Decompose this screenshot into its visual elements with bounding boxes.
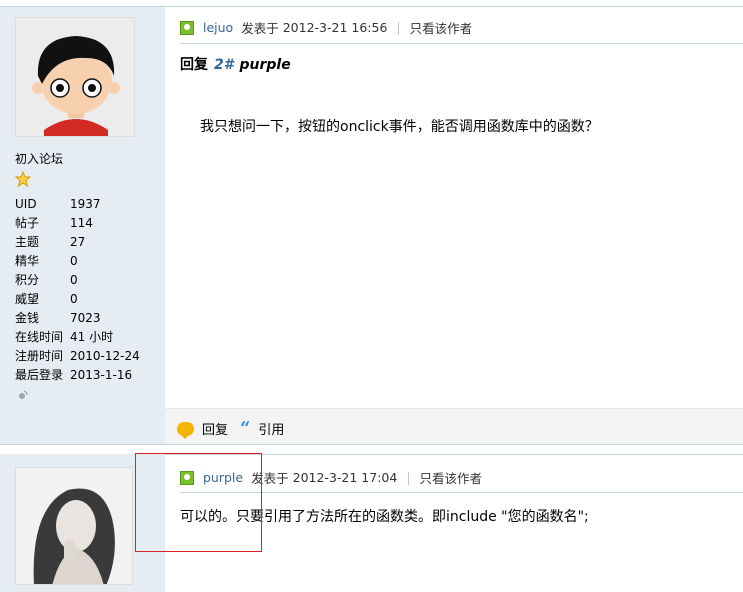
header-separator: | bbox=[396, 20, 401, 35]
reply-button[interactable]: 回复 bbox=[177, 419, 229, 439]
stat-value: 7023 bbox=[70, 311, 101, 325]
stat-row: 帖子 114 bbox=[15, 214, 160, 233]
stat-value: 27 bbox=[70, 235, 86, 249]
cartoon-avatar-icon bbox=[16, 18, 134, 136]
highlight-annotation-box bbox=[135, 453, 262, 552]
stat-row: 注册时间 2010-12-24 bbox=[15, 347, 160, 366]
stat-label: 帖子 bbox=[15, 216, 40, 230]
post1-timestamp: 2012-3-21 16:56 bbox=[282, 20, 388, 35]
quote-icon: “ bbox=[240, 417, 251, 439]
stat-label: 注册时间 bbox=[15, 349, 64, 363]
post1-posted-prefix: 发表于 bbox=[241, 21, 279, 36]
photo-avatar-icon bbox=[16, 468, 132, 584]
reply-prefix: 回复 bbox=[180, 57, 208, 73]
stat-row: 积分 0 bbox=[15, 271, 160, 290]
stat-value: 0 bbox=[70, 254, 78, 268]
reply-to-user: purple bbox=[239, 57, 291, 73]
stat-label: 精华 bbox=[15, 254, 40, 268]
post2-avatar[interactable] bbox=[15, 467, 133, 585]
stat-label: 主题 bbox=[15, 235, 40, 249]
user-online-icon bbox=[180, 20, 194, 35]
reply-button-label: 回复 bbox=[202, 423, 229, 438]
stat-label: 金钱 bbox=[15, 311, 40, 325]
quote-button[interactable]: “ 引用 bbox=[240, 419, 284, 438]
stat-label: 在线时间 bbox=[15, 330, 64, 344]
stat-value: 2013-1-16 bbox=[70, 368, 133, 382]
post1-header: lejuo 发表于 2012-3-21 16:56 | 只看该作者 bbox=[180, 18, 472, 37]
post1-action-bar: 回复 “ 引用 bbox=[165, 408, 743, 445]
online-status-icon[interactable] bbox=[17, 389, 29, 401]
quote-button-label: 引用 bbox=[258, 423, 285, 438]
stat-label: 积分 bbox=[15, 273, 40, 287]
post1-header-divider bbox=[180, 43, 743, 44]
stat-value: 0 bbox=[70, 273, 78, 287]
post1-author-link[interactable]: lejuo bbox=[203, 20, 233, 35]
stat-value: 2010-12-24 bbox=[70, 349, 140, 363]
post2-timestamp: 2012-3-21 17:04 bbox=[292, 470, 398, 485]
stat-value: 0 bbox=[70, 292, 78, 306]
stat-row: 威望 0 bbox=[15, 290, 160, 309]
stat-label: 最后登录 bbox=[15, 368, 64, 382]
header-separator: | bbox=[406, 470, 411, 485]
stat-value: 1937 bbox=[70, 197, 101, 211]
post1-only-author-link[interactable]: 只看该作者 bbox=[410, 18, 473, 37]
stat-row: 最后登录 2013-1-16 bbox=[15, 366, 160, 385]
post1-body: 我只想问一下，按钮的onclick事件，能否调用函数库中的函数？ bbox=[200, 119, 599, 135]
post1-reply-title: 回复 2# purple bbox=[180, 54, 291, 74]
reply-bubble-icon bbox=[177, 421, 194, 439]
stat-row: UID 1937 bbox=[15, 195, 160, 214]
stat-row: 金钱 7023 bbox=[15, 309, 160, 328]
stat-row: 在线时间 41 小时 bbox=[15, 328, 160, 347]
stat-row: 精华 0 bbox=[15, 252, 160, 271]
user-stats: UID 1937 帖子 114 主题 27 精华 0 积分 0 威望 0 金钱 7023 在线时间 41 小时… bbox=[15, 195, 160, 385]
post1-avatar[interactable] bbox=[15, 17, 135, 137]
stat-label: 威望 bbox=[15, 292, 40, 306]
post2-header-divider bbox=[180, 492, 743, 493]
star-rank-icon bbox=[15, 171, 31, 187]
floor-link[interactable]: 2# bbox=[214, 57, 233, 73]
stat-label: UID bbox=[15, 197, 37, 211]
stat-value: 41 小时 bbox=[70, 330, 114, 344]
post2-only-author-link[interactable]: 只看该作者 bbox=[420, 468, 483, 487]
stat-value: 114 bbox=[70, 216, 93, 230]
post-separator bbox=[0, 444, 743, 445]
stat-row: 主题 27 bbox=[15, 233, 160, 252]
user-title: 初入论坛 bbox=[15, 152, 64, 166]
